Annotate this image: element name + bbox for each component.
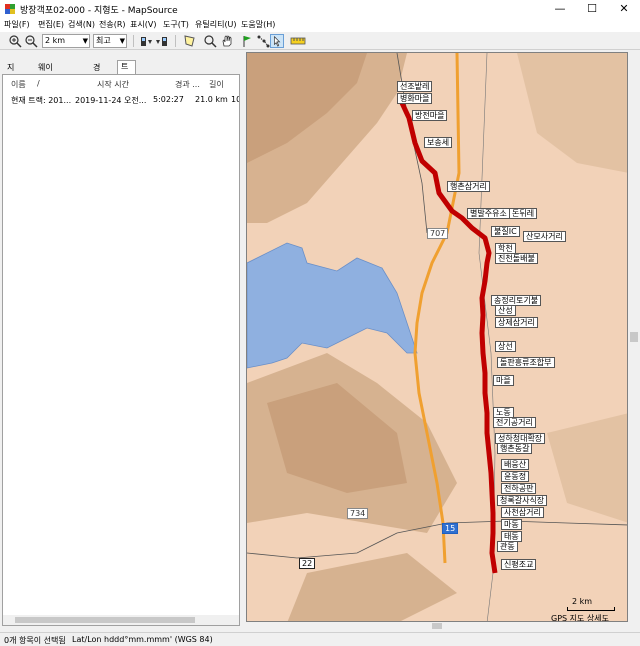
waypoint-label[interactable]: 선조밭레: [397, 81, 433, 92]
waypoint-label[interactable]: 상선: [495, 341, 516, 352]
waypoint-label[interactable]: 관동: [497, 541, 518, 552]
menu-utilities[interactable]: 유틸리티(U): [195, 19, 237, 30]
chevron-down-icon: ▼: [82, 37, 88, 45]
map-horizontal-scrollbar[interactable]: [246, 622, 628, 630]
zoom-scale-select[interactable]: 2 km ▼: [42, 34, 90, 48]
zoom-scale-value: 2 km: [45, 36, 66, 45]
row-name: 현재 트랙: 201...: [11, 96, 72, 105]
waypoint-label[interactable]: 불질IC: [491, 226, 520, 237]
selection-status: 0개 항목이 선택됨: [4, 636, 66, 645]
row-length: 21.0 km: [195, 95, 228, 104]
tab-waypoints[interactable]: 웨이포인트(32): [35, 62, 57, 108]
app-icon: [5, 4, 15, 14]
menu-view[interactable]: 표시(V): [130, 19, 156, 30]
scale-label: 2 km: [572, 597, 593, 606]
waypoint-label[interactable]: 보송세: [424, 137, 453, 148]
menu-bar: 파일(F) 편집(E) 검색(N) 전송(R) 표시(V) 도구(T) 유틸리티…: [0, 18, 640, 32]
window-title: 방장객포02-000 - 지형도 - MapSource: [20, 6, 178, 16]
col-header-name[interactable]: 이름: [11, 79, 26, 91]
waypoint-label[interactable]: 산모사거리: [523, 231, 566, 242]
road-shield: 734: [347, 508, 369, 519]
waypoint-label[interactable]: 산성: [495, 305, 516, 316]
track-list: 이름 / 시작 시간 경과 ... 길이 현재 트랙: 201... 2019-…: [2, 74, 240, 626]
terrain-hill: [517, 53, 627, 173]
scale-bar: [567, 607, 615, 611]
status-bar: 0개 항목이 선택됨 Lat/Lon hddd°mm.mmm' (WGS 84): [0, 632, 640, 646]
zoom-out-icon[interactable]: [24, 34, 38, 48]
detail-level-select[interactable]: 최고 ▼: [93, 34, 127, 48]
toolbar-separator: [133, 35, 134, 47]
road-shield: 22: [299, 558, 316, 569]
waypoint-label[interactable]: 돈뒤레: [509, 208, 538, 219]
waypoint-label[interactable]: 마동: [501, 519, 522, 530]
terrain-hill: [547, 413, 627, 523]
menu-help[interactable]: 도움말(H): [241, 19, 275, 30]
tab-routes[interactable]: 경로: [90, 62, 103, 84]
row-start: 2019-11-24 오전...: [75, 96, 147, 105]
waypoint-tool-icon[interactable]: [240, 34, 254, 48]
minimize-button[interactable]: —: [544, 0, 576, 18]
map-canvas[interactable]: 선조밭레 병화마을 방전마을 보송세 행촌삼거리 별발주유소 돈뒤레 불질IC …: [246, 52, 628, 622]
waypoint-label[interactable]: 진천돌배불: [495, 253, 538, 264]
select-tool-icon[interactable]: [270, 34, 284, 48]
list-horizontal-scrollbar[interactable]: [3, 615, 239, 625]
col-header-start-time[interactable]: 시작 시간: [97, 79, 129, 91]
menu-file[interactable]: 파일(F): [4, 19, 30, 30]
col-header-elapsed[interactable]: 경과 ...: [175, 79, 200, 91]
col-header-length[interactable]: 길이: [209, 79, 224, 91]
waypoint-label[interactable]: 상제삼거리: [495, 317, 538, 328]
map-footer-label: GPS 지도 상세도: [551, 614, 609, 622]
menu-tools[interactable]: 도구(T): [163, 19, 189, 30]
waypoint-label[interactable]: 행촌삼거리: [447, 181, 490, 192]
road-shield: 707: [427, 228, 449, 239]
map-area: 선조밭레 병화마을 방전마을 보송세 행촌삼거리 별발주유소 돈뒤레 불질IC …: [246, 52, 640, 630]
waypoint-label[interactable]: 전하공판: [501, 483, 537, 494]
map-vertical-scrollbar[interactable]: [628, 52, 640, 622]
waypoint-label[interactable]: 행촌동갈: [497, 443, 533, 454]
highway-shield: 15: [442, 523, 459, 534]
waypoint-label[interactable]: 병화마을: [397, 93, 433, 104]
menu-transfer[interactable]: 전송(R): [99, 19, 126, 30]
route-tool-icon[interactable]: [256, 34, 270, 48]
waypoint-label[interactable]: 돌판흥류조합부: [497, 357, 555, 368]
waypoint-label[interactable]: 배웅산: [501, 459, 530, 470]
sort-indicator: /: [37, 79, 40, 88]
coordinate-format: Lat/Lon hddd°mm.mmm' (WGS 84): [72, 635, 213, 644]
zoom-tool-icon[interactable]: [203, 34, 217, 48]
minor-road: [247, 520, 627, 559]
zoom-in-icon[interactable]: [8, 34, 22, 48]
measure-tool-icon[interactable]: [290, 34, 306, 48]
waypoint-label[interactable]: 마을: [493, 375, 514, 386]
receive-from-device-icon[interactable]: [139, 34, 153, 48]
tab-tracks[interactable]: 트랙(1): [117, 60, 137, 95]
waypoint-label[interactable]: 윤동정: [501, 471, 530, 482]
row-elapsed: 5:02:27: [153, 95, 184, 104]
tab-maps[interactable]: 지도(2): [4, 62, 21, 96]
minor-road: [396, 53, 428, 234]
lake: [247, 242, 418, 369]
map-tool-icon[interactable]: [183, 34, 197, 48]
data-pane: 지도(2) 웨이포인트(32) 경로 트랙(1) 이름 / 시작 시간 경과 .…: [0, 52, 244, 630]
maximize-button[interactable]: ☐: [576, 0, 608, 18]
title-bar: 방장객포02-000 - 지형도 - MapSource — ☐ ✕: [0, 0, 640, 18]
scroll-thumb[interactable]: [630, 332, 638, 342]
waypoint-label[interactable]: 청록갈사식장: [497, 495, 548, 506]
scroll-thumb[interactable]: [15, 617, 195, 623]
toolbar: 2 km ▼ 최고 ▼: [0, 32, 640, 50]
close-button[interactable]: ✕: [608, 0, 640, 18]
menu-edit[interactable]: 편집(E): [38, 19, 64, 30]
waypoint-label[interactable]: 사천삼거리: [501, 507, 544, 518]
waypoint-label[interactable]: 방전마을: [412, 110, 448, 121]
waypoint-label[interactable]: 신평조교: [501, 559, 537, 570]
detail-level-value: 최고: [96, 36, 111, 45]
hand-tool-icon[interactable]: [220, 34, 234, 48]
toolbar-separator: [175, 35, 176, 47]
scroll-thumb[interactable]: [432, 623, 442, 629]
waypoint-label[interactable]: 전기공거리: [493, 417, 536, 428]
chevron-down-icon: ▼: [119, 37, 125, 45]
row-extra: 10: [231, 95, 239, 104]
send-to-device-icon[interactable]: [155, 34, 169, 48]
waypoint-label[interactable]: 별발주유소: [467, 208, 510, 219]
menu-search[interactable]: 검색(N): [68, 19, 95, 30]
